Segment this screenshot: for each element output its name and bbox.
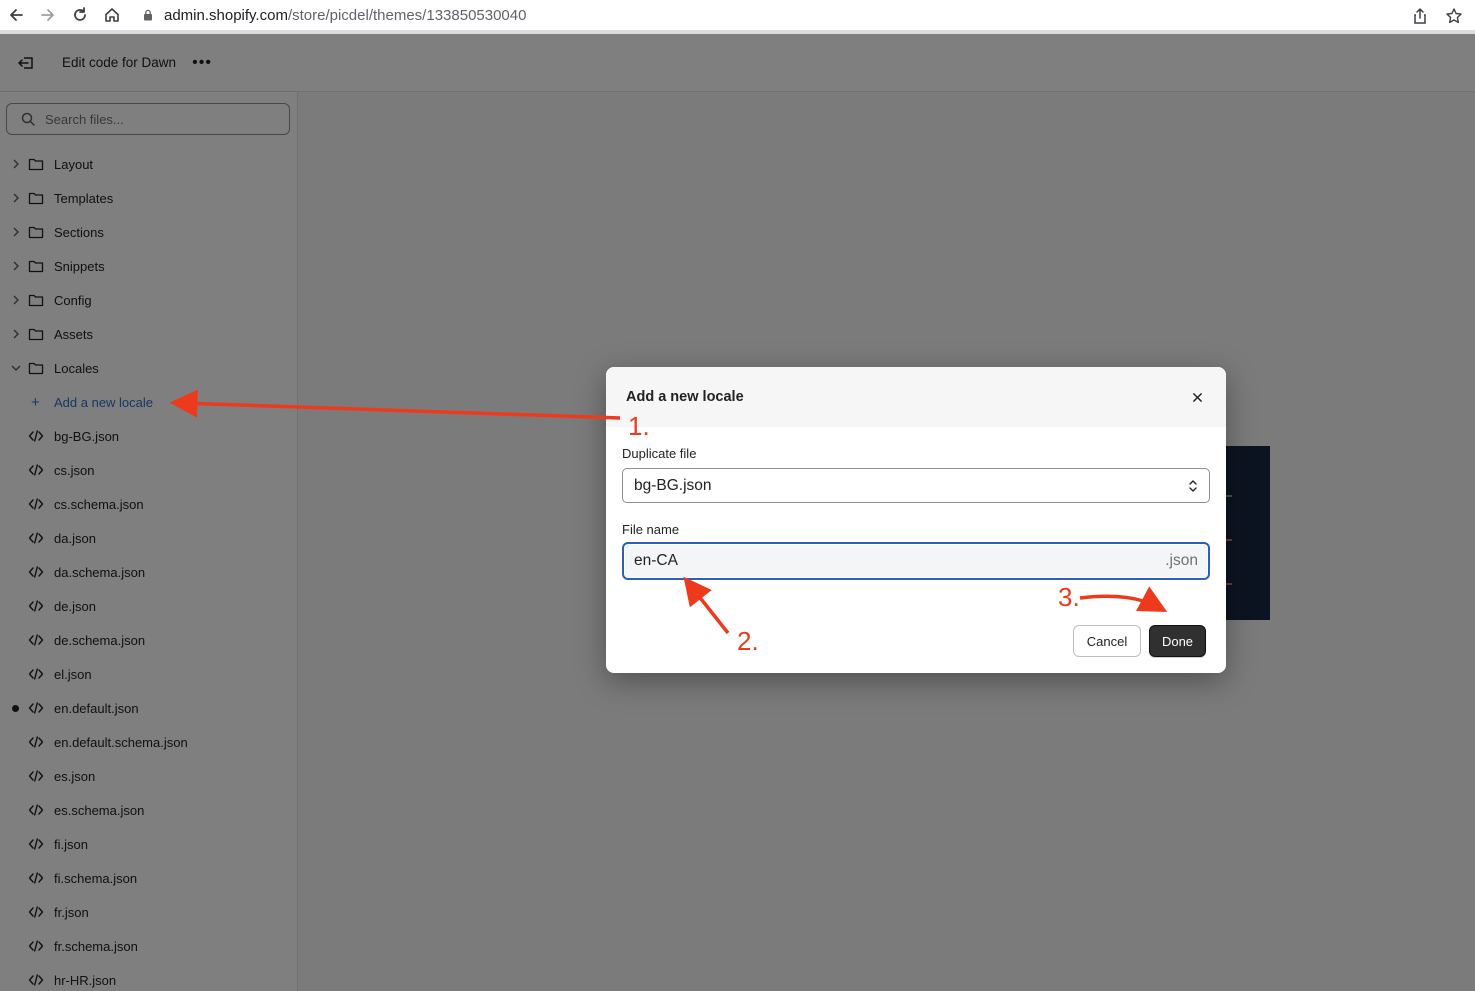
browser-toolbar: admin.shopify.com/store/picdel/themes/13… (0, 0, 1475, 30)
duplicate-file-select[interactable]: bg-BG.json (622, 468, 1210, 503)
cancel-button[interactable]: Cancel (1073, 625, 1141, 657)
url-host: admin.shopify.com (164, 6, 288, 24)
lock-icon (144, 9, 152, 21)
modal-header: Add a new locale (606, 367, 1226, 427)
add-locale-modal: Add a new locale Duplicate file bg-BG.js… (606, 367, 1226, 673)
step-2-label: 2. (737, 626, 759, 656)
step-3-label: 3. (1058, 582, 1080, 612)
file-name-suffix: .json (1165, 552, 1198, 569)
back-icon[interactable] (0, 1, 32, 29)
home-icon[interactable] (96, 1, 128, 29)
duplicate-file-value: bg-BG.json (634, 476, 712, 494)
share-icon[interactable] (1407, 2, 1433, 30)
file-name-label: File name (622, 522, 680, 537)
reload-icon[interactable] (64, 1, 96, 29)
file-name-input[interactable]: en-CA .json (622, 542, 1210, 580)
modal-title: Add a new locale (626, 389, 744, 405)
close-icon[interactable] (1188, 388, 1206, 406)
bookmark-star-icon[interactable] (1441, 2, 1467, 30)
done-button[interactable]: Done (1149, 625, 1206, 657)
forward-icon[interactable] (32, 1, 64, 29)
duplicate-file-label: Duplicate file (622, 446, 697, 461)
select-arrows-icon (1189, 480, 1197, 492)
url-path: /store/picdel/themes/133850530040 (287, 6, 527, 24)
step-1-label: 1. (628, 411, 650, 441)
address-bar[interactable]: admin.shopify.com/store/picdel/themes/13… (142, 2, 526, 28)
file-name-value[interactable]: en-CA (634, 552, 678, 570)
